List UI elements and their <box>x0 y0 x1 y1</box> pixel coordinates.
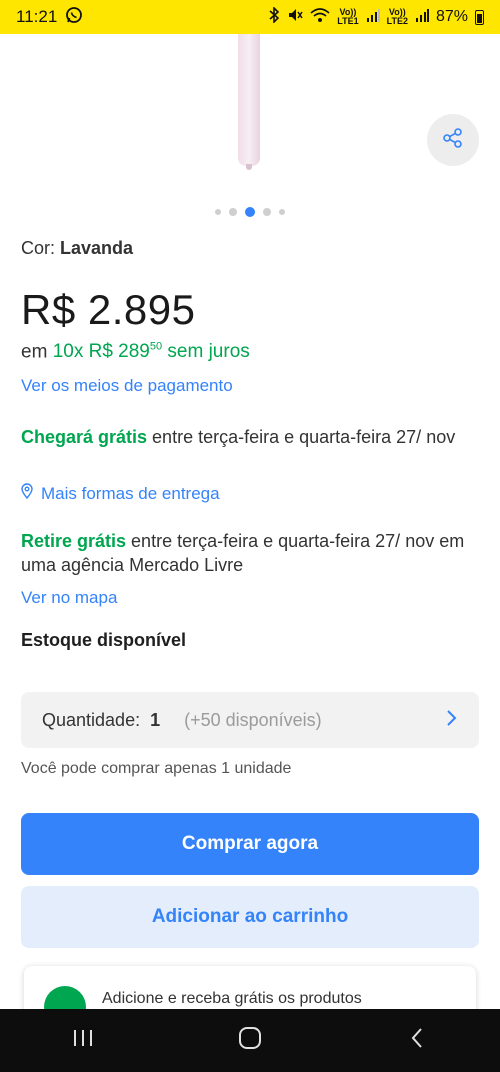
pickup-info: Retire grátis entre terça-feira e quarta… <box>21 529 481 577</box>
stock-status: Estoque disponível <box>21 630 187 650</box>
gallery-dot-active[interactable] <box>245 207 255 217</box>
shipping-info: Chegará grátis entre terça-feira e quart… <box>21 425 481 449</box>
shipping-highlight: Chegará grátis <box>21 427 148 447</box>
chevron-right-icon <box>446 709 458 732</box>
signal-icon <box>366 8 380 27</box>
gallery-dot[interactable] <box>279 209 285 215</box>
bluetooth-icon <box>268 5 280 28</box>
status-left: 11:21 <box>16 6 83 29</box>
shipping-text: entre terça-feira e quarta-feira 27/ nov <box>147 427 456 447</box>
product-gallery[interactable] <box>0 34 500 224</box>
promo-text: Adicione e receba grátis os produtos <box>102 990 362 1007</box>
sim1-network: Vo)) LTE1 <box>337 8 358 26</box>
installments-prefix: em <box>21 341 53 363</box>
product-price: R$ 2.895 <box>21 286 196 333</box>
system-nav-bar <box>0 1009 500 1072</box>
battery-icon <box>475 9 484 25</box>
more-delivery-options-link[interactable]: Mais formas de entrega <box>21 483 220 504</box>
gallery-dot[interactable] <box>229 208 237 216</box>
wifi-icon <box>310 7 330 28</box>
gallery-pagination <box>0 207 500 217</box>
status-time: 11:21 <box>16 7 58 26</box>
mute-icon <box>287 7 303 28</box>
status-right: Vo)) LTE1 Vo)) LTE2 87% <box>268 5 484 28</box>
payment-methods-link[interactable]: Ver os meios de pagamento <box>21 376 233 396</box>
home-icon <box>238 1026 262 1055</box>
purchase-limit-note: Você pode comprar apenas 1 unidade <box>21 760 292 777</box>
share-button[interactable] <box>427 114 479 166</box>
pickup-highlight: Retire grátis <box>21 531 127 551</box>
quantity-selector[interactable]: Quantidade: 1 (+50 disponíveis) <box>21 692 479 748</box>
installments-amount: 10x R$ 28950 sem juros <box>53 341 250 362</box>
quantity-value: 1 <box>150 709 161 730</box>
color-value: Lavanda <box>60 238 134 258</box>
gallery-dot[interactable] <box>215 209 221 215</box>
back-icon <box>410 1027 424 1054</box>
lte1-label: LTE1 <box>337 16 359 26</box>
buy-now-button[interactable]: Comprar agora <box>21 813 479 875</box>
installments-suffix: sem juros <box>162 341 250 363</box>
installments-count: 10x R$ 289 <box>52 341 150 363</box>
installments-info: em 10x R$ 28950 sem juros <box>21 341 250 363</box>
product-pen-image <box>238 34 260 166</box>
home-button[interactable] <box>220 1021 280 1061</box>
add-to-cart-button[interactable]: Adicionar ao carrinho <box>21 886 479 948</box>
quantity-label: Quantidade: <box>42 709 141 730</box>
quantity-available: (+50 disponíveis) <box>184 709 322 730</box>
back-button[interactable] <box>387 1021 447 1061</box>
recent-apps-icon <box>72 1029 94 1052</box>
gallery-dot[interactable] <box>263 208 271 216</box>
more-delivery-label: Mais formas de entrega <box>41 483 220 503</box>
share-icon <box>442 127 464 154</box>
recent-apps-button[interactable] <box>53 1021 113 1061</box>
signal-icon <box>415 8 429 27</box>
view-map-link[interactable]: Ver no mapa <box>21 588 117 608</box>
sim2-network: Vo)) LTE2 <box>387 8 408 26</box>
installments-cents: 50 <box>149 341 163 353</box>
color-label: Cor: <box>21 238 61 258</box>
whatsapp-icon <box>65 6 83 29</box>
status-bar: 11:21 Vo)) LTE1 Vo)) LTE2 87% <box>0 0 500 34</box>
location-pin-icon <box>21 483 33 504</box>
lte2-label: LTE2 <box>386 16 408 26</box>
product-pen-tip <box>246 164 252 170</box>
color-selection: Cor: Lavanda <box>21 238 133 259</box>
battery-percent: 87% <box>435 8 468 25</box>
